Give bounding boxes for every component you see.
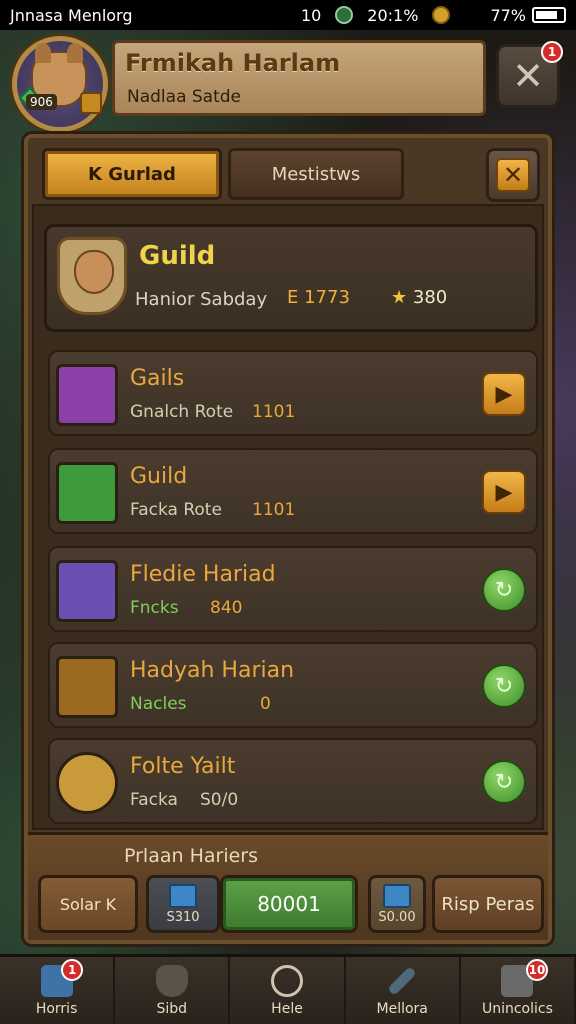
guild-currency-2: ★ 380	[391, 287, 447, 308]
bear-icon	[56, 364, 118, 426]
gear-icon	[56, 560, 118, 622]
close-icon: ✕	[496, 158, 530, 192]
item-subtitle: Facka	[130, 790, 178, 810]
title-plank: Frmikah Harlam Nadlaa Satde	[112, 40, 486, 116]
guild-card[interactable]: Guild Hanior Sabday E 1773 ★ 380	[44, 224, 538, 332]
solar-button[interactable]: Solar K	[38, 875, 138, 933]
tools-icon: ✕	[512, 54, 544, 98]
nav-item-hele[interactable]: Hele	[230, 957, 346, 1024]
item-value: 0	[260, 694, 271, 714]
nav-label: Horris	[35, 1000, 78, 1017]
chest-2-label: S0.00	[378, 909, 416, 925]
barrel-icon	[56, 752, 118, 814]
item-title: Gails	[130, 366, 185, 391]
list-item[interactable]: Guild Facka Rote 1101 ▶	[48, 448, 538, 534]
chest-button[interactable]: S310	[146, 875, 220, 933]
close-button[interactable]: ✕	[486, 148, 540, 202]
tab-bar: K Gurlad Mestistws ✕	[34, 144, 542, 202]
guild-currency-2-value: 380	[412, 287, 448, 308]
chest-icon	[383, 883, 411, 908]
item-title: Hadyah Harian	[130, 658, 295, 683]
rank-icon	[80, 92, 102, 114]
tools-badge: 1	[541, 41, 563, 63]
carrier-label: Jnnasa Menlorg	[10, 5, 133, 25]
player-avatar[interactable]	[12, 36, 108, 132]
nav-label: Sibd	[156, 1000, 188, 1017]
signal-value: 10	[300, 5, 322, 25]
tab-members[interactable]: Mestistws	[228, 148, 404, 200]
item-title: Guild	[130, 464, 188, 489]
treasure-icon	[56, 462, 118, 524]
item-value: S0/0	[200, 790, 239, 810]
item-value: 1101	[252, 500, 296, 520]
nav-item-unincolics[interactable]: Unincolics 10	[461, 957, 576, 1024]
tools-button[interactable]: ✕ 1	[496, 41, 563, 108]
nav-item-mellora[interactable]: Mellora	[346, 957, 461, 1024]
claim-button[interactable]: ↻	[482, 664, 526, 708]
list-item[interactable]: Fledie Hariad Fncks 840 ↻	[48, 546, 538, 632]
list-item[interactable]: Folte Yailt Facka S0/0 ↻	[48, 738, 538, 824]
list-item[interactable]: Hadyah Harian Nacles 0 ↻	[48, 642, 538, 728]
time-label: 20:1%	[367, 5, 419, 25]
claim-button[interactable]: ↻	[482, 760, 526, 804]
footer-title: Prlaan Hariers	[124, 845, 259, 867]
claim-button[interactable]: ↻	[482, 568, 526, 612]
nav-badge: 10	[526, 959, 549, 981]
item-value: 840	[210, 598, 243, 618]
item-value: 1101	[252, 402, 296, 422]
chest-1-label: S310	[166, 909, 200, 925]
guild-subtitle: Hanior Sabday	[135, 289, 268, 310]
tab-guild[interactable]: K Gurlad	[42, 148, 222, 200]
power-icon	[271, 964, 303, 997]
chest-button-2[interactable]: S0.00	[368, 875, 426, 933]
nav-item-horris[interactable]: Horris 1	[0, 957, 116, 1024]
status-bar: Jnnasa Menlorg 10 20:1% 77%	[0, 0, 576, 30]
guild-currency-1: E 1773	[287, 287, 350, 308]
page-subtitle: Nadlaa Satde	[127, 87, 242, 107]
player-level: 906	[26, 94, 57, 110]
bottom-nav: Horris 1 Sibd Hele Mellora Unincolics 10	[0, 954, 576, 1024]
nav-label: Unincolics	[481, 1000, 553, 1017]
footer-bar: Prlaan Hariers Solar K S310 80001 S0.00 …	[28, 832, 548, 940]
clock-icon	[335, 6, 354, 24]
nav-badge: 1	[61, 959, 84, 981]
nav-label: Hele	[271, 1000, 303, 1017]
item-subtitle: Fncks	[130, 598, 179, 618]
risp-button[interactable]: Risp Peras	[432, 875, 544, 933]
battery-label: 77%	[490, 5, 526, 25]
play-button[interactable]: ▶	[482, 470, 526, 514]
battery-icon	[532, 7, 566, 23]
main-panel: K Gurlad Mestistws ✕ Guild Hanior Sabday…	[24, 134, 552, 944]
sword-icon	[387, 965, 418, 996]
page-title: Frmikah Harlam	[125, 49, 341, 77]
guild-emblem-icon	[57, 237, 127, 315]
play-button[interactable]: ▶	[482, 372, 526, 416]
coin-icon	[432, 6, 451, 24]
nav-label: Mellora	[376, 1000, 428, 1017]
item-title: Fledie Hariad	[130, 562, 276, 587]
shield-icon	[155, 964, 188, 997]
item-title: Folte Yailt	[130, 754, 236, 779]
item-subtitle: Nacles	[130, 694, 187, 714]
guild-list-area: Guild Hanior Sabday E 1773 ★ 380 Gails G…	[32, 204, 544, 830]
list-item[interactable]: Gails Gnalch Rote 1101 ▶	[48, 350, 538, 436]
nav-item-sibd[interactable]: Sibd	[115, 957, 231, 1024]
chest-icon	[169, 883, 197, 908]
guild-name: Guild	[139, 241, 216, 271]
drill-icon	[56, 656, 118, 718]
main-action-button[interactable]: 80001	[220, 875, 358, 933]
item-subtitle: Gnalch Rote	[130, 402, 234, 422]
star-icon: ★	[391, 287, 408, 308]
item-subtitle: Facka Rote	[130, 500, 222, 520]
